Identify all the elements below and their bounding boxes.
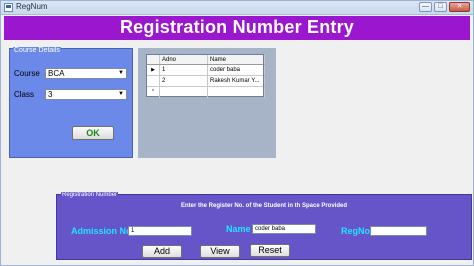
grid-panel: Adno Name ▶ 1 coder baba 2 Rakesh Kumar … <box>138 48 276 158</box>
course-details-legend: Course Details <box>13 47 61 54</box>
regno-field[interactable] <box>370 226 427 236</box>
title-bar[interactable]: RegNum — □ ✕ <box>1 1 473 15</box>
cell-adno[interactable]: 2 <box>160 76 208 86</box>
admission-no-field[interactable]: 1 <box>128 226 192 236</box>
class-label: Class <box>14 90 35 99</box>
course-select[interactable]: BCA ▼ <box>45 68 127 79</box>
datagrid-header: Adno Name <box>147 55 265 65</box>
table-row[interactable]: 2 Rakesh Kumar Y... <box>147 76 265 87</box>
app-window: RegNum — □ ✕ Registration Number Entry C… <box>0 0 474 266</box>
row-header-corner <box>147 55 160 64</box>
chevron-down-icon[interactable]: ▼ <box>116 69 126 78</box>
window-title: RegNum <box>16 2 48 11</box>
class-select-value: 3 <box>48 90 53 99</box>
row-marker: * <box>147 87 160 98</box>
column-header-adno[interactable]: Adno <box>160 55 208 64</box>
window-controls: — □ ✕ <box>419 2 470 12</box>
cell-name[interactable]: Rakesh Kumar Y... <box>208 76 265 86</box>
app-icon <box>4 3 13 12</box>
row-marker: ▶ <box>147 65 160 75</box>
new-row[interactable]: * <box>147 87 265 98</box>
chevron-down-icon[interactable]: ▼ <box>116 90 126 99</box>
view-button[interactable]: View <box>200 245 240 258</box>
course-select-value: BCA <box>48 69 65 78</box>
instruction-text: Enter the Register No. of the Student in… <box>180 203 348 209</box>
table-row[interactable]: ▶ 1 coder baba <box>147 65 265 76</box>
regno-label: RegNo <box>341 226 370 236</box>
close-button[interactable]: ✕ <box>449 2 470 12</box>
page-title: Registration Number Entry <box>119 17 355 37</box>
maximize-button[interactable]: □ <box>434 2 447 12</box>
name-field[interactable]: coder baba <box>252 224 316 234</box>
course-details-group: Course Details Course BCA ▼ Class 3 ▼ OK <box>9 47 133 158</box>
column-header-name[interactable]: Name <box>208 55 265 64</box>
row-marker <box>147 76 160 86</box>
class-select[interactable]: 3 ▼ <box>45 89 127 100</box>
add-button[interactable]: Add <box>142 245 182 258</box>
cell-name[interactable] <box>208 87 265 98</box>
header-banner: Registration Number Entry <box>4 16 470 40</box>
admission-no-label: Admission No <box>71 226 132 236</box>
registration-number-legend: Registration Number <box>61 192 119 198</box>
registration-number-group: Registration Number Enter the Register N… <box>56 192 472 260</box>
minimize-button[interactable]: — <box>419 2 432 12</box>
cell-name[interactable]: coder baba <box>208 65 265 75</box>
name-label: Name <box>226 224 251 234</box>
cell-adno[interactable]: 1 <box>160 65 208 75</box>
student-datagrid[interactable]: Adno Name ▶ 1 coder baba 2 Rakesh Kumar … <box>146 54 265 98</box>
reset-button[interactable]: Reset <box>250 244 290 257</box>
cell-adno[interactable] <box>160 87 208 98</box>
ok-button[interactable]: OK <box>72 126 114 140</box>
course-label: Course <box>14 69 40 78</box>
